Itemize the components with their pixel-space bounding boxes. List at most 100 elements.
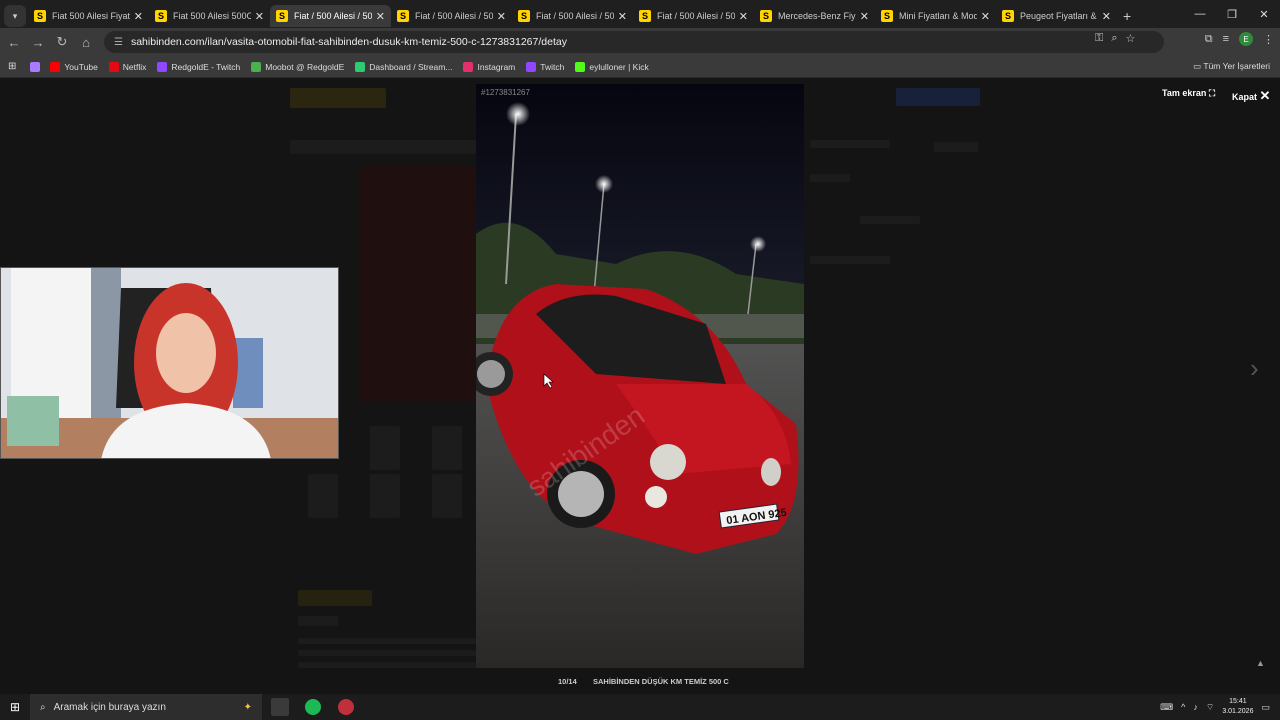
bookmark-item[interactable]: RedgoldE - Twitch: [157, 61, 241, 72]
tab-favicon-icon: S: [155, 10, 167, 22]
close-tab-icon[interactable]: ✕: [618, 10, 627, 23]
background-button: [896, 88, 980, 106]
background-text-line: [810, 256, 890, 264]
extensions-icon[interactable]: ⧉: [1205, 33, 1213, 46]
close-tab-icon[interactable]: ✕: [981, 10, 990, 23]
close-label: Kapat: [1232, 92, 1258, 102]
network-icon[interactable]: ⌔: [1206, 702, 1214, 713]
home-icon[interactable]: ⌂: [74, 35, 98, 50]
zoom-icon[interactable]: ⌕: [1111, 32, 1117, 45]
close-tab-icon[interactable]: ✕: [739, 10, 748, 23]
background-text-line: [810, 140, 890, 148]
bookmark-item[interactable]: Twitch: [526, 61, 564, 72]
browser-tab[interactable]: S Fiat 500 Ailesi 500C ✕: [149, 5, 270, 27]
volume-icon[interactable]: ♪: [1193, 702, 1198, 712]
fullscreen-icon: ⛶: [1208, 88, 1216, 98]
close-viewer-button[interactable]: Kapat ✕: [1232, 88, 1270, 104]
browser-tab[interactable]: S Fiat / 500 Ailesi / 500 ✕: [391, 5, 512, 27]
photo-viewer-image[interactable]: 01 AON 925 sahibinden: [476, 84, 804, 668]
browser-tab[interactable]: S Fiat / 500 Ailesi / 500 ✕: [512, 5, 633, 27]
search-placeholder: Aramak için buraya yazın: [53, 701, 166, 713]
browser-tab[interactable]: S Mini Fiyatları & Mod ✕: [875, 5, 996, 27]
app-icon[interactable]: [338, 699, 354, 715]
fullscreen-label: Tam ekran: [1162, 88, 1207, 98]
photo-caption: SAHİBİNDEN DÜŞÜK KM TEMİZ 500 C: [593, 677, 729, 686]
clock-date: 3.01.2026: [1222, 708, 1254, 715]
clock[interactable]: 15:41 3.01.2026: [1222, 697, 1253, 717]
close-tab-icon[interactable]: ✕: [255, 10, 264, 23]
scroll-top-icon[interactable]: ▲: [1256, 658, 1265, 668]
tab-favicon-icon: S: [760, 10, 772, 22]
tab-title: Mercedes-Benz Fiyatl: [778, 11, 856, 21]
taskbar: ⊞ ⌕ Aramak için buraya yazın ✦ ⌨ ^ ♪ ⌔ 1…: [0, 694, 1280, 720]
windows-start-icon[interactable]: ⊞: [10, 700, 20, 714]
next-photo-icon[interactable]: ›: [1250, 353, 1259, 384]
tab-favicon-icon: S: [397, 10, 409, 22]
site-logo: [290, 88, 386, 108]
close-tab-icon[interactable]: ✕: [497, 10, 506, 23]
close-tab-icon[interactable]: ✕: [134, 10, 143, 23]
notifications-icon[interactable]: ▭: [1261, 702, 1270, 713]
taskbar-search-box[interactable]: ⌕ Aramak için buraya yazın ✦: [30, 694, 262, 720]
new-tab-button[interactable]: +: [1123, 8, 1131, 24]
site-info-icon[interactable]: ☰: [114, 37, 123, 48]
close-tab-icon[interactable]: ✕: [1102, 10, 1111, 23]
bookmark-item[interactable]: Instagram: [463, 61, 516, 72]
browser-tab[interactable]: S Mercedes-Benz Fiyatl ✕: [754, 5, 875, 27]
bookmark-item[interactable]: Dashboard / Stream...: [355, 61, 452, 72]
close-tab-icon[interactable]: ✕: [860, 10, 869, 23]
search-icon: ⌕: [40, 701, 46, 713]
bookmark-favicon-icon: [50, 61, 61, 72]
fullscreen-button[interactable]: Tam ekran ⛶: [1162, 88, 1215, 99]
menu-icon[interactable]: ⋮: [1263, 33, 1274, 46]
spotify-icon[interactable]: [305, 699, 321, 715]
background-main-photo: [359, 166, 476, 402]
apps-grid-icon[interactable]: ⊞: [8, 61, 16, 72]
webcam-overlay: [0, 267, 339, 459]
profile-avatar[interactable]: E: [1239, 32, 1253, 46]
minimize-button[interactable]: —: [1184, 0, 1216, 28]
bookmark-icon[interactable]: [30, 61, 41, 72]
keyboard-icon[interactable]: ⌨: [1160, 702, 1173, 713]
bookmark-favicon-icon: [108, 61, 119, 72]
browser-tab[interactable]: S Fiat / 500 Ailesi / 500 ✕: [270, 5, 391, 27]
bookmark-item[interactable]: Moobot @ RedgoldE: [251, 61, 344, 72]
background-text-line: [860, 216, 920, 224]
browser-tab[interactable]: S Fiat / 500 Ailesi / 500 ✕: [633, 5, 754, 27]
browser-tab[interactable]: S Fiat 500 Ailesi Fiyatları ✕: [28, 5, 149, 27]
clock-time: 15:41: [1229, 698, 1247, 705]
background-text-line: [298, 662, 476, 668]
bookmark-item[interactable]: YouTube: [50, 61, 98, 72]
photo-id: #1273831267: [481, 88, 530, 97]
chrome-icon[interactable]: [271, 698, 289, 716]
password-key-icon[interactable]: ⚿: [1095, 32, 1103, 45]
browser-toolbar: ← → ↻ ⌂ ☰ sahibinden.com/ilan/vasita-oto…: [0, 28, 1280, 56]
browser-tab[interactable]: S Peugeot Fiyatları & M ✕: [996, 5, 1117, 27]
show-hidden-icons[interactable]: ^: [1181, 702, 1185, 712]
tab-title: Fiat / 500 Ailesi / 500: [294, 11, 372, 21]
bookmark-label: RedgoldE - Twitch: [171, 61, 241, 72]
background-share-icons: [934, 142, 978, 152]
close-window-button[interactable]: ✕: [1248, 0, 1280, 28]
bookmark-item[interactable]: Netflix: [108, 61, 146, 72]
bookmark-favicon-icon: [526, 61, 537, 72]
media-control-icon[interactable]: ≡: [1223, 33, 1229, 45]
tab-title: Fiat 500 Ailesi 500C: [173, 11, 251, 21]
tab-title: Peugeot Fiyatları & M: [1020, 11, 1098, 21]
forward-icon[interactable]: →: [26, 35, 50, 50]
reload-icon[interactable]: ↻: [50, 34, 74, 50]
tab-title: Fiat / 500 Ailesi / 500: [657, 11, 735, 21]
bookmark-star-icon[interactable]: ☆: [1126, 32, 1136, 45]
background-yellow-button: [298, 590, 372, 606]
bookmark-label: Instagram: [477, 61, 516, 72]
background-heading: [298, 616, 338, 626]
close-tab-icon[interactable]: ✕: [376, 10, 385, 23]
all-bookmarks-folder[interactable]: ▭ Tüm Yer İşaretleri: [1193, 61, 1270, 72]
webcam-image: [1, 268, 338, 458]
tab-search-button[interactable]: ▾: [4, 5, 26, 27]
address-bar[interactable]: ☰ sahibinden.com/ilan/vasita-otomobil-fi…: [104, 31, 1164, 53]
bookmark-item[interactable]: eylulloner | Kick: [575, 61, 649, 72]
system-tray: ⌨ ^ ♪ ⌔ 15:41 3.01.2026 ▭: [1160, 694, 1270, 720]
restore-button[interactable]: ❐: [1216, 0, 1248, 28]
back-icon[interactable]: ←: [2, 35, 26, 50]
